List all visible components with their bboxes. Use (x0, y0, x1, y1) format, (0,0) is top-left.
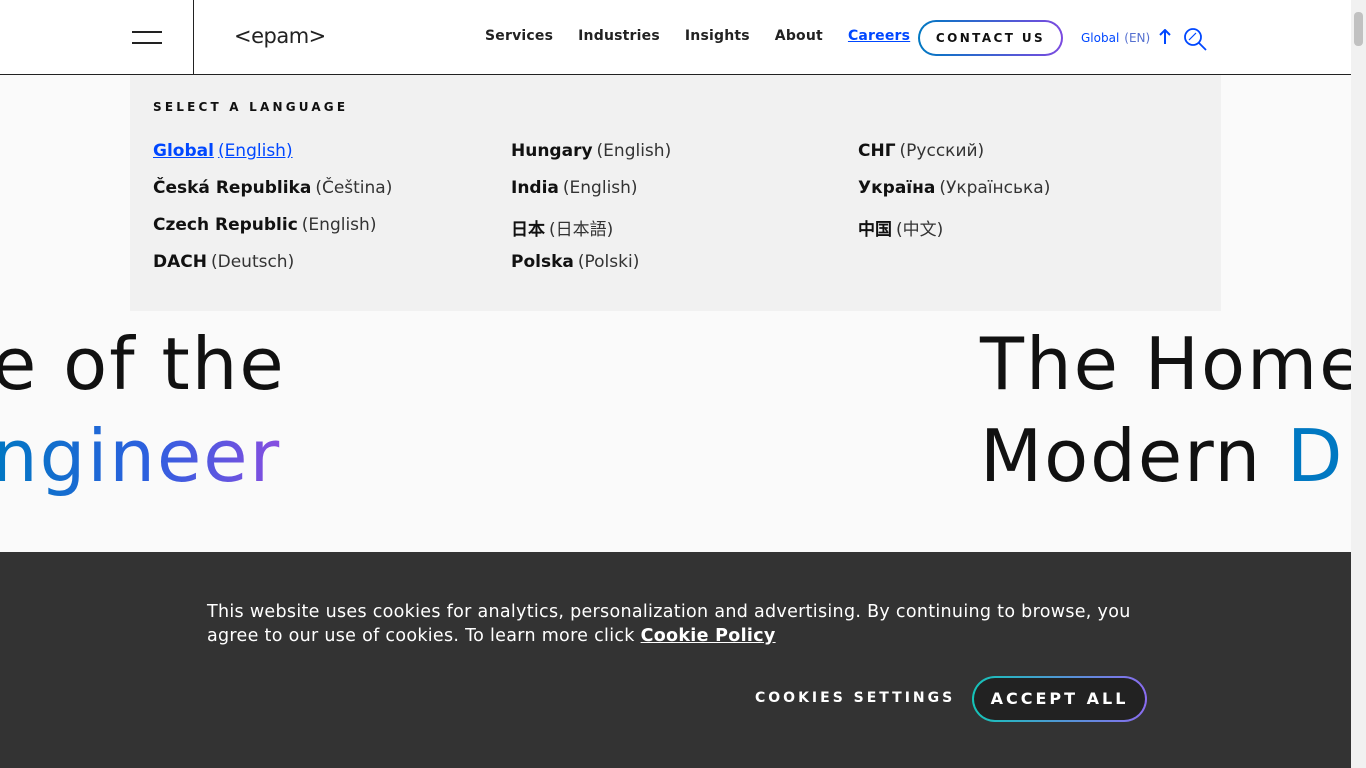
language-panel: SELECT A LANGUAGE Global (English) Česká … (130, 75, 1221, 311)
arrow-up-icon[interactable] (1158, 29, 1172, 45)
cookie-banner: This website uses cookies for analytics,… (0, 552, 1351, 768)
language-name: (Українська) (939, 178, 1051, 198)
search-icon[interactable] (1182, 26, 1208, 52)
contact-us-button[interactable]: CONTACT US (918, 20, 1063, 56)
hero-right-line2: Modern D (980, 410, 1365, 502)
language-option-polska[interactable]: Polska (Polski) (511, 252, 639, 272)
language-option-japan[interactable]: 日本 (日本語) (511, 215, 613, 240)
hero-right-line2-accent: D (1287, 414, 1345, 498)
language-name: (English) (596, 141, 672, 161)
language-name: (English) (562, 178, 638, 198)
language-name: (English) (301, 215, 377, 235)
language-option-china[interactable]: 中国 (中文) (858, 215, 943, 240)
accept-all-button[interactable]: ACCEPT ALL (972, 676, 1147, 722)
language-option-ceska-republika[interactable]: Česká Republika (Čeština) (153, 178, 392, 198)
page-scrollbar[interactable] (1351, 0, 1366, 768)
language-option-global[interactable]: Global (English) (153, 141, 293, 161)
language-option-cis[interactable]: СНГ (Русский) (858, 141, 984, 161)
language-option-hungary[interactable]: Hungary (English) (511, 141, 671, 161)
hero-right-line1: The Home (980, 322, 1366, 406)
language-country: Česká Republika (153, 178, 312, 198)
hero-left-line1: e of the (0, 322, 286, 406)
cookies-settings-button[interactable]: COOKIES SETTINGS (755, 690, 955, 706)
nav-insights[interactable]: Insights (685, 28, 750, 44)
language-panel-title: SELECT A LANGUAGE (153, 100, 349, 114)
nav-careers[interactable]: Careers (848, 28, 910, 44)
nav-industries[interactable]: Industries (578, 28, 660, 44)
language-name: (日本語) (549, 220, 614, 240)
language-country: DACH (153, 252, 207, 272)
hero-slide-left: e of the ngineer (0, 318, 286, 502)
language-country: India (511, 178, 559, 198)
language-country: Global (153, 141, 214, 161)
language-option-india[interactable]: India (English) (511, 178, 638, 198)
hamburger-menu-button[interactable] (0, 0, 194, 74)
main-nav: Services Industries Insights About Caree… (485, 28, 910, 44)
language-name: (中文) (896, 220, 944, 240)
language-country: 中国 (858, 220, 892, 240)
scrollbar-thumb[interactable] (1354, 12, 1363, 46)
region-language: (EN) (1124, 31, 1151, 45)
cookie-banner-text: This website uses cookies for analytics,… (207, 600, 1167, 648)
language-country: 日本 (511, 220, 545, 240)
menu-line-icon (132, 42, 162, 44)
cookie-policy-link[interactable]: Cookie Policy (641, 626, 776, 646)
language-option-dach[interactable]: DACH (Deutsch) (153, 252, 294, 272)
region-selector[interactable]: Global (EN) (1081, 31, 1150, 45)
language-name: (Polski) (577, 252, 640, 272)
hero-right-line2-text: Modern (980, 414, 1288, 498)
language-option-ukraine[interactable]: Україна (Українська) (858, 178, 1050, 198)
language-country: Polska (511, 252, 574, 272)
language-option-czech-republic[interactable]: Czech Republic (English) (153, 215, 376, 235)
hero-slide-right: The Home Modern D (980, 318, 1365, 502)
region-label: Global (1081, 31, 1120, 45)
menu-line-icon (132, 31, 162, 33)
language-country: Czech Republic (153, 215, 298, 235)
language-name: (English) (217, 141, 293, 161)
hero-left-line2: ngineer (0, 410, 286, 502)
nav-about[interactable]: About (775, 28, 823, 44)
language-country: Україна (858, 178, 936, 198)
epam-logo[interactable]: <epam> (234, 24, 326, 48)
language-name: (Deutsch) (210, 252, 295, 272)
language-country: Hungary (511, 141, 593, 161)
site-header: <epam> Services Industries Insights Abou… (0, 0, 1351, 75)
language-name: (Čeština) (315, 178, 393, 198)
nav-services[interactable]: Services (485, 28, 553, 44)
language-name: (Русский) (899, 141, 985, 161)
language-country: СНГ (858, 141, 896, 161)
